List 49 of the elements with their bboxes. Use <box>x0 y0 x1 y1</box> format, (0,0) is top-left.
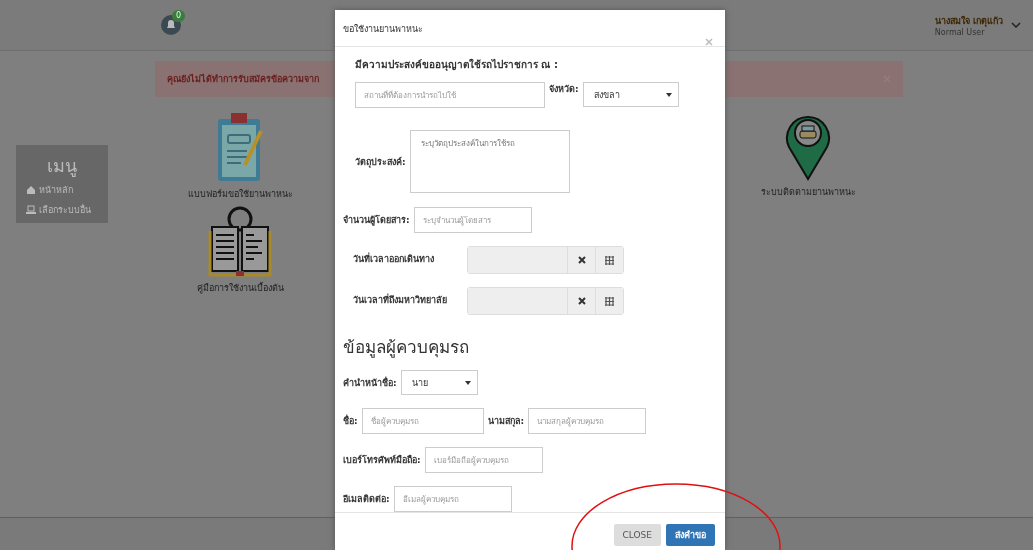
calendar-button[interactable] <box>595 247 623 273</box>
field-label: จำนวนผู้โดยสาร: <box>343 214 410 227</box>
laptop-icon <box>26 205 36 215</box>
tile-label[interactable]: ระบบติดตามยานพาหนะ <box>760 185 856 199</box>
date-time-field[interactable] <box>467 287 624 315</box>
email-field[interactable]: อีเมลผู้ควบคุมรถ <box>393 486 512 512</box>
calendar-button[interactable] <box>595 288 623 314</box>
modal-title: ขอใช้งานยานพาหนะ <box>343 23 423 36</box>
prefix-dropdown[interactable]: นาย <box>400 370 478 395</box>
tile-label[interactable]: คู่มือการใช้งานเบื้องต้น <box>196 281 284 295</box>
submit-button[interactable]: ส่งคำขอ <box>666 524 715 546</box>
sidebar-item[interactable]: หน้าหลัก <box>16 180 108 200</box>
caret-icon <box>665 92 672 97</box>
user-name: นางสมใจ เกตุแก้ว <box>934 14 1003 28</box>
close-icon <box>577 297 586 305</box>
field-label: นามสกุล: <box>487 415 525 428</box>
field-label: ชื่อ: <box>343 414 358 428</box>
date-time-field[interactable] <box>467 246 624 274</box>
sidebar-item[interactable]: เลือกระบบอื่น <box>16 200 108 220</box>
passengers-field[interactable]: ระบุจำนวนผู้โดยสาร <box>413 207 532 233</box>
field-label: อีเมลติดต่อ: <box>343 493 390 506</box>
purpose-field[interactable]: ระบุวัตถุประสงค์ในการใช้รถ <box>409 130 570 193</box>
form-heading: มีความประสงค์ขออนุญาตใช้รถไปราชการ ณ : <box>355 57 559 72</box>
first-name-field[interactable]: ชื่อผู้ควบคุมรถ <box>361 408 484 434</box>
sidebar-title: เมนู <box>46 154 78 179</box>
field-label: วันที่เวลาออกเดินทาง <box>353 251 435 266</box>
close-button[interactable]: CLOSE <box>613 524 661 546</box>
phone-field[interactable]: เบอร์มือถือผู้ควบคุมรถ <box>424 447 543 473</box>
notification-badge: 0 <box>172 10 186 22</box>
caret-icon <box>464 380 471 385</box>
chevron-down-icon[interactable] <box>1011 22 1021 28</box>
field-label: วันเวลาที่ถึงมหาวิทยาลัย <box>353 292 448 307</box>
book-gear-icon[interactable] <box>208 205 272 277</box>
grid-icon <box>605 296 614 306</box>
tile-label[interactable]: แบบฟอร์มขอใช้ยานพาหนะ <box>187 187 293 201</box>
close-icon <box>577 256 586 264</box>
user-role: Normal User <box>934 27 986 37</box>
province-dropdown[interactable]: สงขลา <box>582 82 679 107</box>
home-icon <box>26 185 36 195</box>
alert-text: คุณยังไม่ได้ทำการรับสมัครข้อความจาก <box>167 73 319 86</box>
field-label: เบอร์โทรศัพท์มือถือ: <box>343 453 421 467</box>
last-name-field[interactable]: นามสกุลผู้ควบคุมรถ <box>528 408 647 434</box>
field-label: คำนำหน้าชื่อ: <box>343 375 397 390</box>
field-label: วัตถุประสงค์: <box>355 155 406 169</box>
field-label: จังหวัด: <box>549 83 579 96</box>
clipboard-car-icon[interactable] <box>215 111 265 183</box>
destination-field[interactable]: สถานที่ที่ต้องการนำรถไปใช้ <box>355 82 545 108</box>
section-heading: ข้อมูลผู้ควบคุมรถ <box>343 336 470 360</box>
grid-icon <box>605 255 614 265</box>
